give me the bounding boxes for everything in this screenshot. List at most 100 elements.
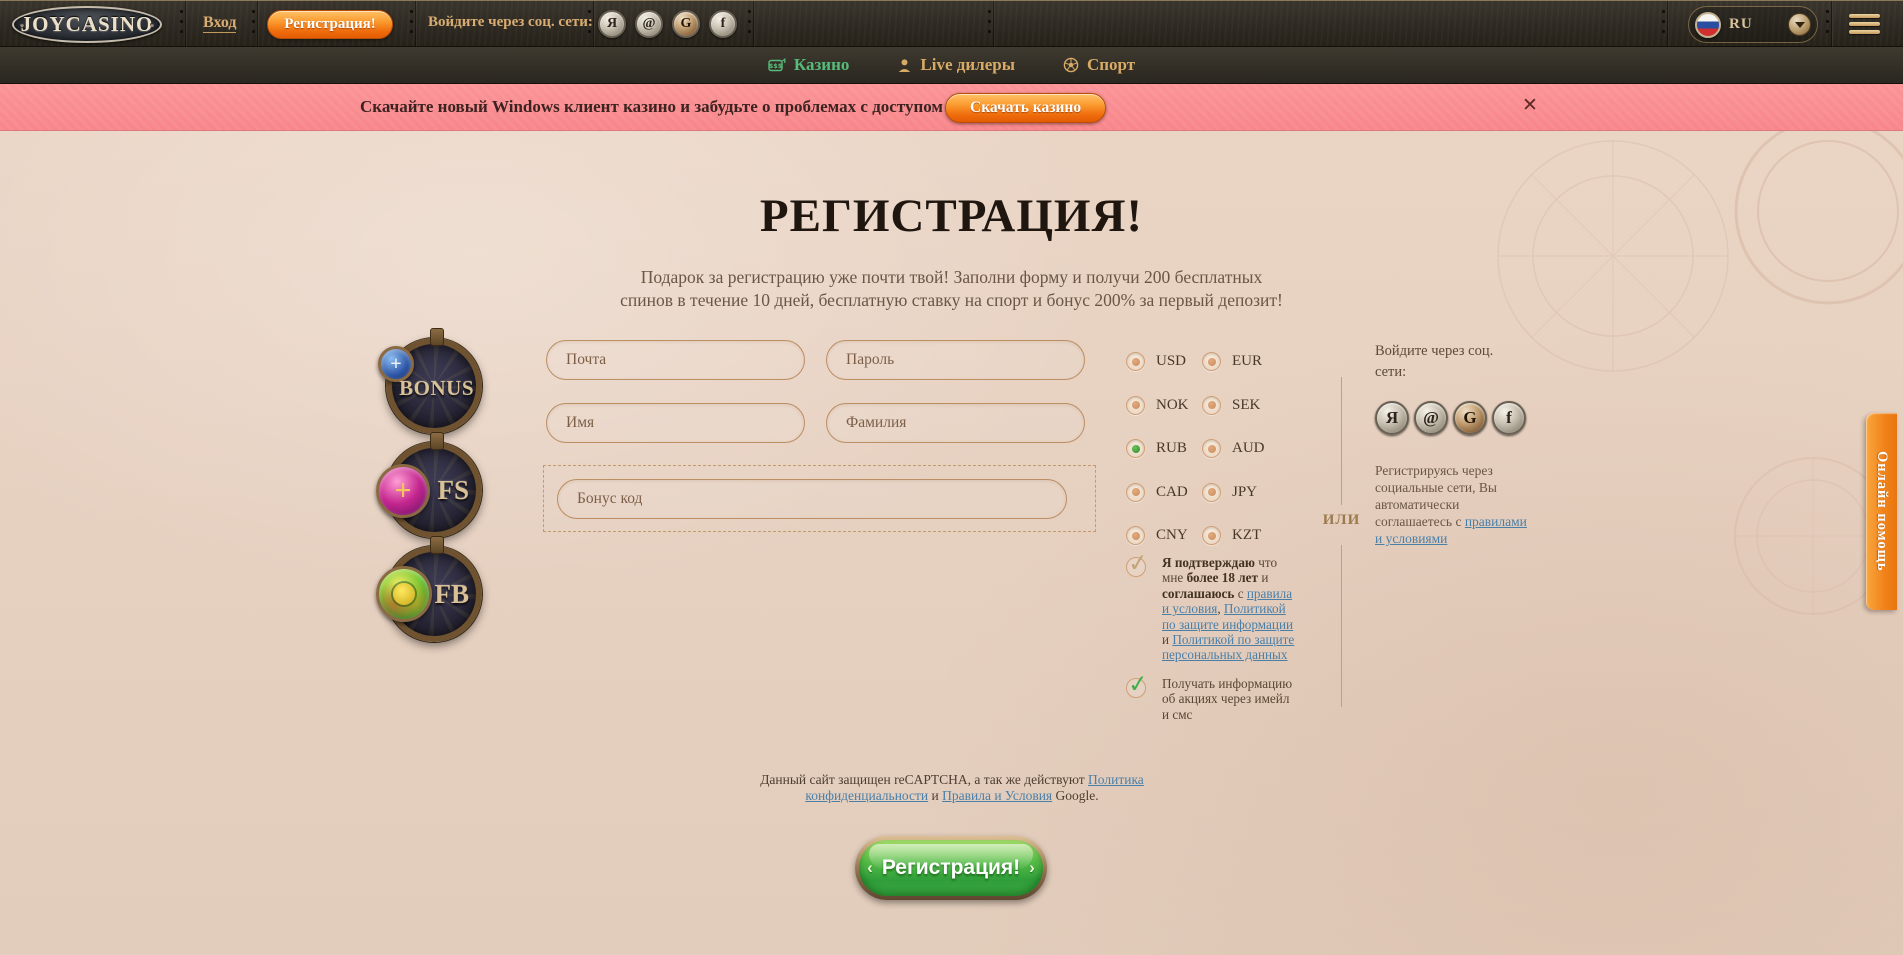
currency-option-usd[interactable]: USD — [1126, 352, 1202, 371]
password-input[interactable] — [826, 340, 1085, 380]
page-title: РЕГИСТРАЦИЯ! — [0, 189, 1903, 243]
login-link[interactable]: Вход — [203, 14, 236, 33]
top-bar: JOYCASINO Вход Регистрация! Войдите чере… — [0, 0, 1903, 47]
sport-ball-icon — [1063, 57, 1079, 73]
online-help-tab[interactable]: Онлайн помощь — [1866, 413, 1897, 610]
rivet-seam — [748, 1, 761, 48]
currency-option-kzt[interactable]: KZT — [1202, 526, 1278, 545]
social-terms-note: Регистрируясь через социальные сети, Вы … — [1375, 462, 1530, 547]
currency-option-rub[interactable]: RUB — [1126, 439, 1202, 458]
svg-text:$$$: $$$ — [769, 62, 783, 70]
yandex-icon[interactable]: Я — [598, 10, 626, 38]
nav-tab-live-dealers[interactable]: Live дилеры — [897, 55, 1015, 75]
google-icon[interactable]: G — [1453, 401, 1487, 435]
radio-icon — [1202, 439, 1221, 458]
radio-icon — [1126, 352, 1145, 371]
right-arrow-icon: › — [1029, 858, 1035, 878]
bonus-medallion[interactable]: + BONUS — [386, 338, 482, 434]
check-icon: ✓ — [1127, 548, 1150, 578]
medallion-label: BONUS — [399, 376, 474, 401]
rivet-seam — [410, 1, 423, 48]
rivet-seam — [180, 1, 193, 48]
radio-icon — [1126, 483, 1145, 502]
russia-flag-icon — [1695, 12, 1721, 38]
nav-label: Казино — [794, 55, 850, 75]
social-login-prompt: Войдите через соц. сети: — [428, 14, 593, 31]
currency-option-sek[interactable]: SEK — [1202, 396, 1278, 415]
currency-option-aud[interactable]: AUD — [1202, 439, 1278, 458]
freebet-medallion[interactable]: FB — [386, 546, 482, 642]
hamburger-menu-icon[interactable] — [1849, 14, 1880, 35]
google-icon[interactable]: G — [672, 10, 700, 38]
logo-text: JOYCASINO — [21, 12, 154, 37]
promo-checkbox[interactable]: ✓ — [1126, 678, 1146, 698]
banner-text: Скачайте новый Windows клиент казино и з… — [360, 97, 943, 117]
register-submit-button[interactable]: ‹ Регистрация! › — [855, 836, 1047, 900]
terms-checkbox-label: Я подтверждаю что мне более 18 лет и сог… — [1162, 555, 1298, 663]
mailru-icon[interactable]: @ — [635, 10, 663, 38]
or-label: ИЛИ — [1314, 512, 1369, 529]
email-input[interactable] — [546, 340, 805, 380]
currency-options: USD EUR NOK SEK RUB AUD CAD JPY CNY KZT — [1126, 340, 1278, 558]
social-column-title: Войдите через соц. сети: — [1375, 341, 1530, 383]
page: JOYCASINO Вход Регистрация! Войдите чере… — [0, 0, 1903, 955]
freespins-orb-icon: + — [376, 464, 430, 518]
radio-icon — [1202, 352, 1221, 371]
left-arrow-icon: ‹ — [867, 858, 873, 878]
radio-icon — [1202, 483, 1221, 502]
nav-tab-casino[interactable]: $$$ Казино — [768, 55, 850, 75]
medallion-label: FS — [437, 475, 469, 506]
currency-option-cny[interactable]: CNY — [1126, 526, 1202, 545]
close-icon[interactable]: ✕ — [1522, 94, 1538, 116]
currency-option-eur[interactable]: EUR — [1202, 352, 1278, 371]
slots-icon: $$$ — [768, 58, 786, 73]
social-login-column: Войдите через соц. сети: Я @ G f Регистр… — [1375, 341, 1530, 547]
freebet-orb-icon — [376, 566, 432, 622]
radio-icon — [1126, 439, 1145, 458]
first-name-input[interactable] — [546, 403, 805, 443]
radio-icon — [1202, 396, 1221, 415]
promo-checkbox-row: ✓ Получать информацию об акциях через им… — [1126, 676, 1298, 722]
medallion-label: FB — [434, 579, 469, 610]
terms-checkbox[interactable]: ✓ — [1126, 557, 1146, 577]
google-terms-link[interactable]: Правила и Условия — [942, 788, 1052, 803]
bonus-medallions: + BONUS + FS FB — [372, 338, 512, 650]
top-social-buttons: Я @ G f — [598, 10, 737, 38]
download-casino-button[interactable]: Скачать казино — [945, 93, 1106, 123]
check-icon: ✓ — [1127, 669, 1150, 699]
freespins-medallion[interactable]: + FS — [386, 442, 482, 538]
dealer-icon — [897, 58, 912, 73]
nav-label: Live дилеры — [920, 55, 1015, 75]
nav-label: Спорт — [1087, 55, 1135, 75]
rivet-seam — [252, 1, 265, 48]
social-login-buttons: Я @ G f — [1375, 401, 1530, 435]
facebook-icon[interactable]: f — [1492, 401, 1526, 435]
page-subtitle: Подарок за регистрацию уже почти твой! З… — [0, 266, 1903, 312]
mailru-icon[interactable]: @ — [1414, 401, 1448, 435]
language-selector[interactable]: RU — [1688, 6, 1818, 43]
radio-icon — [1126, 396, 1145, 415]
rivet-seam — [1826, 1, 1839, 48]
chevron-down-icon — [1795, 22, 1805, 28]
currency-option-nok[interactable]: NOK — [1126, 396, 1202, 415]
yandex-icon[interactable]: Я — [1375, 401, 1409, 435]
language-dropdown-button[interactable] — [1788, 13, 1811, 36]
register-top-button[interactable]: Регистрация! — [267, 10, 393, 39]
recaptcha-notice: Данный сайт защищен reCAPTCHA, а так же … — [752, 772, 1152, 804]
main-nav: $$$ Казино Live дилеры Спорт — [0, 47, 1903, 84]
joycasino-logo[interactable]: JOYCASINO — [12, 6, 162, 43]
submit-label: Регистрация! — [882, 856, 1020, 880]
currency-option-jpy[interactable]: JPY — [1202, 483, 1278, 502]
rivet-seam — [988, 1, 1001, 48]
currency-option-cad[interactable]: CAD — [1126, 483, 1202, 502]
vertical-divider — [1341, 545, 1342, 707]
last-name-input[interactable] — [826, 403, 1085, 443]
language-code: RU — [1729, 16, 1753, 33]
nav-tab-sport[interactable]: Спорт — [1063, 55, 1135, 75]
bonus-code-input[interactable] — [557, 479, 1067, 519]
personal-data-policy-link[interactable]: Политикой по защите персональных данных — [1162, 632, 1294, 662]
terms-checkbox-row: ✓ Я подтверждаю что мне более 18 лет и с… — [1126, 555, 1298, 663]
radio-icon — [1126, 526, 1145, 545]
rivet-seam — [1662, 1, 1675, 48]
facebook-icon[interactable]: f — [709, 10, 737, 38]
